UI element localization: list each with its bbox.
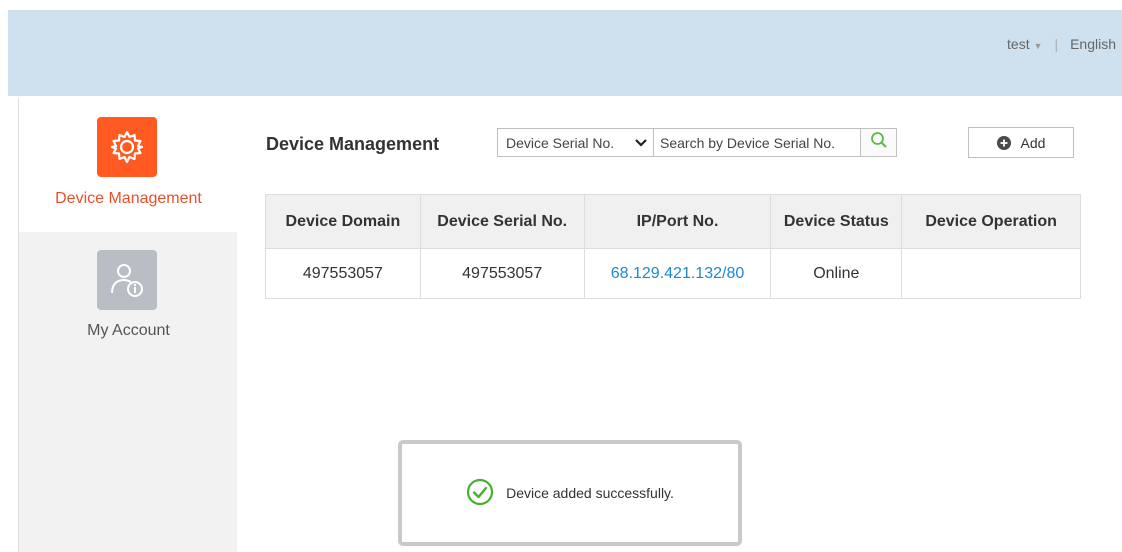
- language-selector[interactable]: English: [1070, 36, 1116, 52]
- column-header-device-serial: Device Serial No.: [419, 194, 585, 249]
- sidebar-item-device-management[interactable]: Device Management: [19, 98, 248, 232]
- header-user-area: test ▼ | English: [1007, 36, 1116, 52]
- cell-device-domain: 497553057: [265, 248, 421, 299]
- plus-circle-icon: [996, 135, 1011, 150]
- chevron-down-icon: ▼: [1033, 41, 1043, 51]
- sidebar-item-label: My Account: [87, 322, 170, 339]
- search-button[interactable]: [860, 129, 896, 156]
- device-table: Device Domain Device Serial No. IP/Port …: [265, 194, 1081, 299]
- column-header-device-status: Device Status: [770, 194, 903, 249]
- table-row: 497553057 497553057 68.129.421.132/80 On…: [265, 248, 1081, 299]
- username: test: [1007, 36, 1030, 52]
- sidebar-item-my-account[interactable]: My Account: [19, 238, 238, 358]
- check-circle-icon: [466, 478, 494, 509]
- search-bar: Device Serial No.: [497, 128, 897, 157]
- chevron-down-icon: [635, 136, 647, 150]
- sidebar-item-label: Device Management: [55, 190, 202, 207]
- sidebar: Device Management My Account: [18, 98, 248, 552]
- cell-device-status: Online: [770, 248, 903, 299]
- column-header-device-operation: Device Operation: [901, 194, 1081, 249]
- account-info-icon: [97, 250, 157, 310]
- search-field-select[interactable]: Device Serial No.: [498, 129, 654, 156]
- add-device-button[interactable]: Add: [968, 127, 1074, 158]
- column-header-device-domain: Device Domain: [265, 194, 421, 249]
- cell-ip-port: 68.129.421.132/80: [583, 248, 772, 299]
- top-header: test ▼ | English: [8, 10, 1122, 96]
- header-divider: |: [1054, 36, 1059, 52]
- search-icon: [870, 131, 888, 154]
- user-menu[interactable]: test ▼: [1007, 36, 1042, 52]
- table-header-row: Device Domain Device Serial No. IP/Port …: [265, 194, 1081, 249]
- page-title: Device Management: [266, 134, 440, 154]
- search-input[interactable]: [654, 129, 860, 156]
- toast-message: Device added successfully.: [506, 485, 674, 501]
- port-link[interactable]: 80: [726, 265, 744, 282]
- column-header-ip-port: IP/Port No.: [583, 194, 772, 249]
- search-field-value: Device Serial No.: [506, 134, 615, 151]
- success-toast: Device added successfully.: [398, 440, 742, 546]
- gear-icon: [97, 117, 157, 177]
- cell-device-serial: 497553057: [419, 248, 585, 299]
- ip-address-link[interactable]: 68.129.421.132: [611, 265, 722, 282]
- add-button-label: Add: [1020, 134, 1046, 151]
- cell-device-operation: [901, 248, 1081, 299]
